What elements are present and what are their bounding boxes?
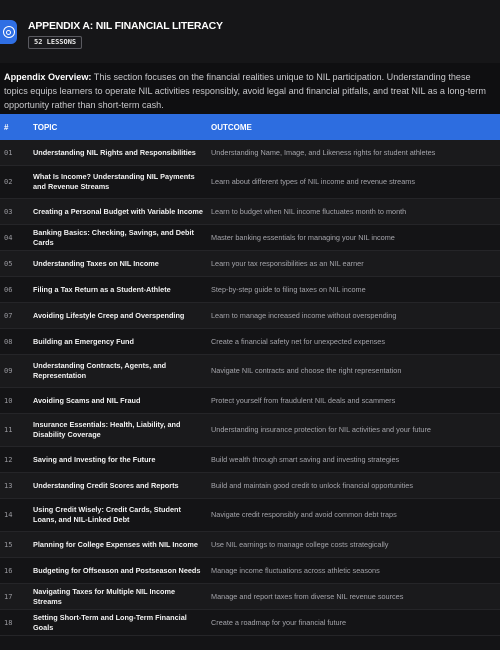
lesson-topic: Budgeting for Offseason and Postseason N… xyxy=(33,565,201,575)
lesson-outcome: Protect yourself from fraudulent NIL dea… xyxy=(211,395,396,405)
lesson-topic: Understanding Credit Scores and Reports xyxy=(33,480,179,490)
table-row[interactable]: 11 Insurance Essentials: Health, Liabilit… xyxy=(0,414,500,447)
lesson-outcome: Build and maintain good credit to unlock… xyxy=(211,480,414,490)
lesson-topic: Avoiding Lifestyle Creep and Overspendin… xyxy=(33,310,185,320)
lesson-outcome: Master banking essentials for managing y… xyxy=(211,232,395,242)
page-title: APPENDIX A: NIL FINANCIAL LITERACY xyxy=(28,20,223,32)
lesson-number: 01 xyxy=(4,148,13,157)
lesson-number: 13 xyxy=(4,481,13,490)
lessons-count-badge: 52 LESSONS xyxy=(28,36,83,49)
lesson-outcome: Learn to manage increased income without… xyxy=(211,310,397,320)
table-row[interactable]: 03 Creating a Personal Budget with Variab… xyxy=(0,199,500,225)
table-row[interactable]: 07 Avoiding Lifestyle Creep and Overspend… xyxy=(0,303,500,329)
lesson-outcome: Learn about different types of NIL incom… xyxy=(211,177,416,186)
lesson-topic: Filing a Tax Return as a Student-Athlete xyxy=(33,284,171,294)
lesson-number: 11 xyxy=(4,426,13,434)
lesson-outcome: Navigate NIL contracts and choose the ri… xyxy=(211,366,402,375)
lesson-number: 17 xyxy=(4,592,13,601)
table-header: # TOPIC OUTCOME xyxy=(0,114,500,140)
table-row[interactable]: 04 Banking Basics: Checking, Savings, and… xyxy=(0,225,500,251)
table-row[interactable]: 10 Avoiding Scams and NIL Fraud Protect yo… xyxy=(0,388,500,414)
lesson-topic: Banking Basics: Checking, Savings, and D… xyxy=(33,227,194,247)
lesson-outcome: Use NIL earnings to manage college costs… xyxy=(211,539,389,549)
lesson-topic: What Is Income? Understanding NIL Paymen… xyxy=(33,172,195,191)
lesson-topic: Understanding Contracts, Agents, and Rep… xyxy=(33,361,167,380)
lesson-outcome: Step-by-step guide to filing taxes on NI… xyxy=(211,284,366,294)
lesson-number: 05 xyxy=(4,259,13,268)
column-header-topic: TOPIC xyxy=(33,122,58,132)
column-header-outcome: OUTCOME xyxy=(211,122,252,132)
lesson-outcome: Build wealth through smart saving and in… xyxy=(211,454,400,464)
lesson-number: 16 xyxy=(4,566,13,575)
lesson-outcome: Create a roadmap for your financial futu… xyxy=(211,617,347,627)
table-row[interactable]: 01 Understanding NIL Rights and Responsib… xyxy=(0,140,500,166)
lesson-topic: Understanding Taxes on NIL Income xyxy=(33,258,159,268)
lesson-number: 15 xyxy=(4,540,13,549)
lesson-topic: Using Credit Wisely: Credit Cards, Stude… xyxy=(33,505,181,524)
table-row[interactable]: 08 Building an Emergency Fund Create a fin… xyxy=(0,329,500,355)
lesson-topic: Saving and Investing for the Future xyxy=(33,454,156,464)
lesson-number: 08 xyxy=(4,337,13,346)
lesson-number: 06 xyxy=(4,285,13,294)
table-row[interactable]: 02 What Is Income? Understanding NIL Paym… xyxy=(0,166,500,199)
lesson-topic: Understanding NIL Rights and Responsibil… xyxy=(33,147,196,157)
lesson-topic: Setting Short-Term and Long-Term Financi… xyxy=(33,612,187,632)
lesson-topic: Navigating Taxes for Multiple NIL Income… xyxy=(33,586,176,606)
table-row[interactable]: 14 Using Credit Wisely: Credit Cards, Stu… xyxy=(0,499,500,532)
lessons-table: # TOPIC OUTCOME 01 Understanding NIL Righ… xyxy=(0,114,500,636)
table-body: 01 Understanding NIL Rights and Responsib… xyxy=(0,140,500,636)
appendix-header: APPENDIX A: NIL FINANCIAL LITERACY 52 LE… xyxy=(0,0,500,63)
lesson-number: 14 xyxy=(4,511,13,519)
lesson-outcome: Create a financial safety net for unexpe… xyxy=(211,336,386,346)
lesson-number: 04 xyxy=(4,233,13,242)
lesson-topic: Insurance Essentials: Health, Liability,… xyxy=(33,420,181,439)
lesson-number: 07 xyxy=(4,311,13,320)
lesson-outcome: Manage and report taxes from diverse NIL… xyxy=(211,591,404,601)
lesson-outcome: Understanding insurance protection for N… xyxy=(211,425,431,434)
table-row[interactable]: 15 Planning for College Expenses with NIL… xyxy=(0,532,500,558)
table-row[interactable]: 18 Setting Short-Term and Long-Term Finan… xyxy=(0,610,500,636)
lesson-outcome: Learn to budget when NIL income fluctuat… xyxy=(211,206,407,216)
table-row[interactable]: 12 Saving and Investing for the Future Bui… xyxy=(0,447,500,473)
lesson-outcome: Learn your tax responsibilities as an NI… xyxy=(211,258,364,268)
table-row[interactable]: 05 Understanding Taxes on NIL Income Learn… xyxy=(0,251,500,277)
lesson-number: 12 xyxy=(4,455,13,464)
lesson-number: 03 xyxy=(4,207,13,216)
table-row[interactable]: 13 Understanding Credit Scores and Report… xyxy=(0,473,500,499)
lesson-number: 09 xyxy=(4,367,13,375)
table-row[interactable]: 09 Understanding Contracts, Agents, and R… xyxy=(0,355,500,388)
overview-label: Appendix Overview: xyxy=(4,72,92,82)
lesson-number: 10 xyxy=(4,396,13,405)
lesson-topic: Avoiding Scams and NIL Fraud xyxy=(33,395,141,405)
table-row[interactable]: 17 Navigating Taxes for Multiple NIL Inco… xyxy=(0,584,500,610)
target-icon xyxy=(0,20,17,44)
appendix-overview: Appendix Overview: This section focuses … xyxy=(0,63,500,114)
lesson-outcome: Navigate credit responsibly and avoid co… xyxy=(211,510,397,519)
table-row[interactable]: 16 Budgeting for Offseason and Postseason… xyxy=(0,558,500,584)
lesson-topic: Planning for College Expenses with NIL I… xyxy=(33,539,198,549)
lesson-outcome: Understanding Name, Image, and Likeness … xyxy=(211,147,436,157)
lesson-topic: Creating a Personal Budget with Variable… xyxy=(33,206,203,216)
lesson-number: 18 xyxy=(4,618,13,627)
column-header-number: # xyxy=(4,122,9,132)
lesson-outcome: Manage income fluctuations across athlet… xyxy=(211,565,380,575)
lesson-number: 02 xyxy=(4,178,13,186)
lesson-topic: Building an Emergency Fund xyxy=(33,336,134,346)
table-row[interactable]: 06 Filing a Tax Return as a Student-Athle… xyxy=(0,277,500,303)
